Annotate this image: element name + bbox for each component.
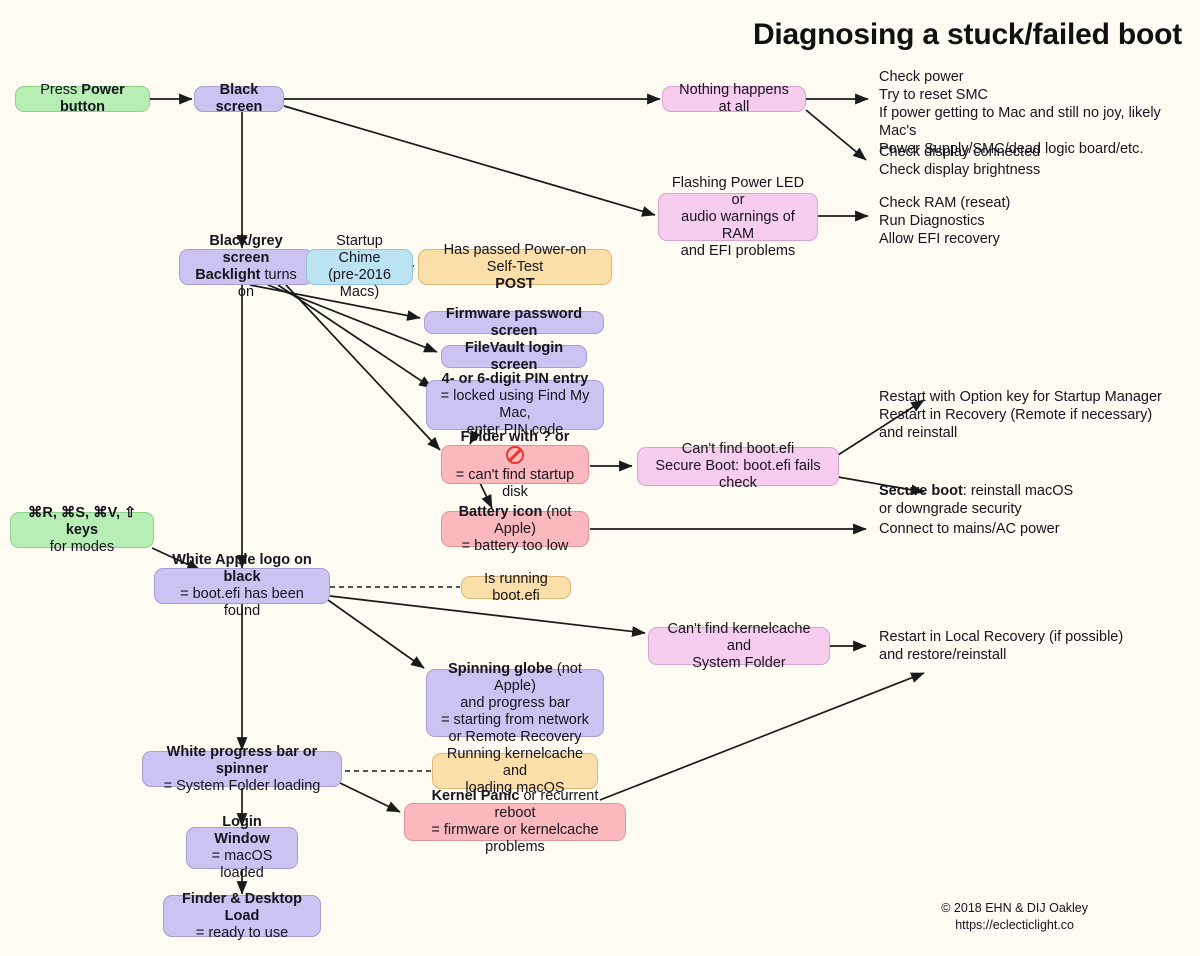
note-connect-mains: Connect to mains/AC power [879,521,1060,537]
node-pin-entry[interactable]: 4- or 6-digit PIN entry = locked using F… [426,371,604,438]
no-entry-icon [506,445,524,464]
node-modifier-keys[interactable]: ⌘R, ⌘S, ⌘V, ⇧ keys for modes [10,505,154,555]
pin-entry-bold1: 4- or 6-digit PIN entry [441,371,589,387]
filevault-label: FileVault login screen [464,339,564,373]
login-window-line2: = macOS loaded [211,848,273,881]
modifier-keys-line2: for modes [49,538,115,555]
white-progress-line2: = System Folder loading [163,777,321,794]
node-spinning-globe[interactable]: Spinning globe (not Apple) and progress … [426,661,604,745]
black-grey-bold2: Backlight [195,267,261,283]
note-check-display: Check display connected Check display br… [879,144,1041,178]
flowchart-canvas: Diagnosing a stuck/failed boot Press Pow… [0,0,1200,956]
footer-credit: © 2018 EHN & DIJ Oakley https://eclectic… [941,900,1088,934]
edge-panic-to-localrecovery [599,672,925,801]
white-apple-line2: = boot.efi has been found [180,586,304,619]
kernel-panic-bold1: Kernel Panic [431,788,520,804]
black-screen-label: Black screen [215,82,263,115]
finder-desktop-bold1: Finder & Desktop Load [181,890,303,924]
firmware-password-label: Firmware password screen [445,305,583,339]
battery-icon-line2: = battery too low [461,537,569,554]
footer-copyright: © 2018 EHN & DIJ Oakley [941,901,1088,915]
node-startup-chime[interactable]: Startup Chime (pre-2016 Macs) [306,233,413,300]
node-kernel-panic[interactable]: Kernel Panic or recurrent reboot = firmw… [404,788,626,855]
secure-boot-line2: or downgrade security [879,501,1022,517]
note-check-ram: Check RAM (reseat) Run Diagnostics Allow… [879,195,1011,247]
node-finder-desktop[interactable]: Finder & Desktop Load = ready to use [163,891,321,941]
footer-url[interactable]: https://eclecticlight.co [941,917,1088,934]
secure-boot-rest: : reinstall macOS [962,483,1074,499]
finder-desktop-line2: = ready to use [195,924,289,941]
spinning-globe-line4: or Remote Recovery [448,728,582,745]
node-filevault-login[interactable]: FileVault login screen [441,340,587,373]
page-title: Diagnosing a stuck/failed boot [752,18,1182,51]
folder-question-line2: = can't find startup disk [455,466,575,500]
secure-boot-bold: Secure boot [879,483,963,499]
modifier-keys-line1: ⌘R, ⌘S, ⌘V, ⇧ keys [27,504,137,538]
edge-progress-to-panic [339,782,401,813]
spinning-globe-line2: and progress bar [460,694,570,711]
node-press-power[interactable]: Press Power button [15,82,150,115]
node-running-kernelcache[interactable]: Running kernelcache and loading macOS [432,746,598,796]
login-window-bold1: Login Window [214,814,270,847]
pin-entry-line2: = locked using Find My Mac, [440,388,590,421]
node-white-apple-logo[interactable]: White Apple logo on black = boot.efi has… [154,552,330,619]
node-black-grey-screen[interactable]: Black/grey screen Backlight turns on [179,233,313,300]
spinning-globe-line3: = starting from network [441,711,589,728]
node-flashing-led[interactable]: Flashing Power LED or audio warnings of … [658,175,818,259]
node-nothing-happens[interactable]: Nothing happens at all [662,82,806,115]
white-apple-bold1: White Apple logo on black [172,552,312,585]
spinning-globe-bold1: Spinning globe [448,660,553,677]
white-progress-bold1: White progress bar or spinner [166,743,318,777]
note-restart-option: Restart with Option key for Startup Mana… [879,389,1162,441]
node-firmware-password[interactable]: Firmware password screen [424,306,604,339]
flashing-led-label: Flashing Power LED or audio warnings of … [671,174,805,259]
node-login-window[interactable]: Login Window = macOS loaded [186,814,298,881]
is-running-bootefi-label: Is running boot.efi [484,570,548,604]
cant-find-kernelcache-line2: System Folder [692,654,786,671]
node-battery-icon[interactable]: Battery icon (not Apple) = battery too l… [441,504,589,554]
note-restart-local-recovery: Restart in Local Recovery (if possible) … [879,629,1124,663]
nothing-happens-label: Nothing happens at all [679,82,789,115]
edge-nothing-to-display [805,109,867,161]
node-black-screen[interactable]: Black screen [194,82,284,115]
note-secure-boot: Secure boot: reinstall macOS or downgrade… [879,482,1159,518]
node-is-running-bootefi[interactable]: Is running boot.efi [461,571,571,604]
node-folder-question[interactable]: Folder with ? or = can't find startup di… [441,429,589,500]
node-cant-find-bootefi[interactable]: Can't find boot.efi Secure Boot: boot.ef… [637,441,839,491]
cant-find-bootefi-line2: Secure Boot: boot.efi fails check [655,458,821,491]
startup-chime-line2: (pre-2016 Macs) [328,267,391,300]
edge-black-to-flashing [283,105,656,217]
cant-find-bootefi-line1: Can't find boot.efi [681,441,795,457]
node-cant-find-kernelcache[interactable]: Can't find kernelcache and System Folder [648,621,830,671]
cant-find-kernelcache-line1: Can't find kernelcache and [667,620,811,654]
press-power-prefix: Press [40,82,82,98]
edge-blackgrey-to-folder [285,284,441,451]
kernel-panic-line2: = firmware or kernelcache problems [431,822,599,855]
black-grey-bold1: Black/grey screen [209,233,283,266]
post-bold2: POST [495,275,535,292]
startup-chime-line1: Startup Chime [336,233,383,266]
folder-question-bold1: Folder with ? or [460,428,570,445]
post-line1: Has passed Power-on Self-Test [443,241,587,275]
node-post[interactable]: Has passed Power-on Self-Test POST [418,242,612,292]
node-white-progress-bar[interactable]: White progress bar or spinner = System F… [142,744,342,794]
edge-whiteapple-to-globe [327,599,425,669]
running-kernelcache-line1: Running kernelcache and [446,745,584,779]
battery-icon-bold1: Battery icon [458,503,543,520]
